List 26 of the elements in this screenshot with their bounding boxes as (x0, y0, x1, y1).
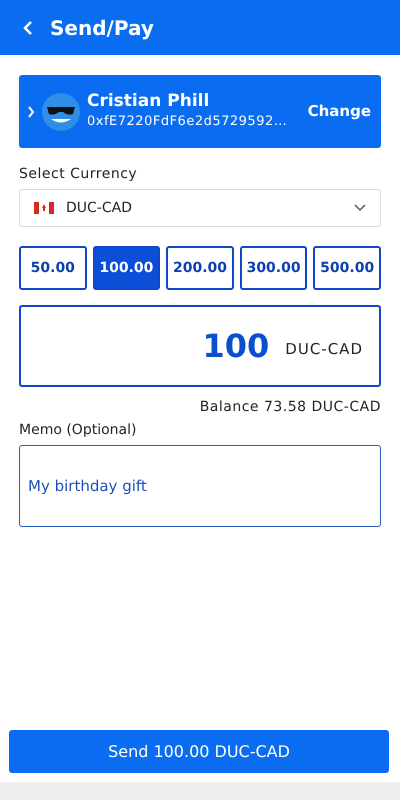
amount-field[interactable]: 100 DUC-CAD (19, 305, 381, 387)
chevron-down-icon (354, 204, 366, 212)
memo-text: My birthday gift (28, 476, 147, 497)
amount-unit: DUC-CAD (285, 338, 363, 360)
send-button[interactable]: Send 100.00 DUC-CAD (9, 730, 389, 773)
change-button[interactable]: Change (308, 100, 371, 123)
recipient-card[interactable]: Cristian Phill 0xfE7220FdF6e2d5729592… Change (19, 75, 381, 148)
chevron-icon (27, 106, 35, 118)
back-icon[interactable] (22, 20, 34, 36)
currency-value: DUC-CAD (66, 198, 133, 218)
field-label: Memo (Optional) (19, 421, 138, 440)
currency-dropdown[interactable]: DUC-CAD (19, 189, 381, 227)
amount-value: 100 (202, 326, 270, 367)
wallet-address: 0xfE7220FdF6e2d5729592… (87, 113, 288, 132)
amount-preset-button[interactable]: 100.00 (92, 246, 160, 290)
balance-text: Balance 73.58 DUC-CAD (200, 398, 381, 417)
memo-field[interactable]: My birthday gift (19, 445, 381, 527)
recipient-name: Cristian Phill (87, 91, 210, 112)
amount-preset-button[interactable]: 500.00 (313, 246, 381, 290)
flag-icon (34, 202, 54, 214)
field-label: Select Currency (19, 165, 138, 184)
amount-preset-button[interactable]: 50.00 (19, 246, 87, 290)
page-title: Send/Pay (50, 14, 154, 42)
amount-preset-button[interactable]: 300.00 (240, 246, 308, 290)
avatar-icon (41, 92, 81, 132)
amount-preset-button[interactable]: 200.00 (166, 246, 234, 290)
